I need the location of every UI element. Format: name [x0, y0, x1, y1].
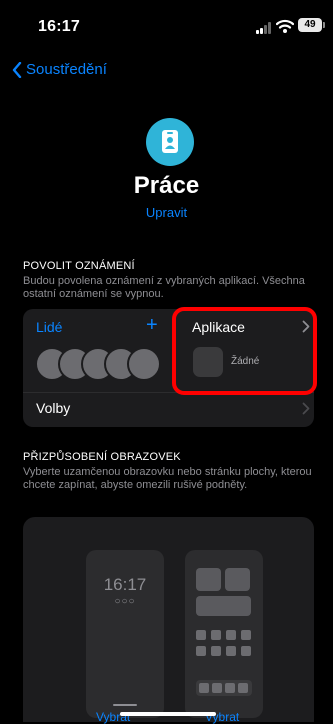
- back-button[interactable]: Soustředění: [12, 61, 107, 78]
- person-avatar: [127, 347, 161, 381]
- app-icon-placeholder: [211, 630, 221, 640]
- battery-icon: 49: [298, 18, 325, 32]
- app-icon-placeholder: [211, 646, 221, 656]
- highlight-box: [172, 307, 317, 395]
- app-icon-placeholder: [212, 683, 222, 693]
- chevron-left-icon: [12, 61, 22, 78]
- people-label[interactable]: Lidé: [36, 319, 62, 335]
- cellular-signal-icon: [256, 22, 272, 34]
- widget-placeholder: [196, 596, 251, 616]
- add-people-button[interactable]: +: [146, 314, 158, 336]
- app-icon-placeholder: [238, 683, 248, 693]
- app-icon-placeholder: [226, 630, 236, 640]
- wifi-icon: [276, 19, 294, 33]
- app-icon-placeholder: [196, 630, 206, 640]
- focus-icon-circle: [146, 118, 194, 166]
- app-icon-placeholder: [225, 683, 235, 693]
- screens-section-description: Vyberte uzamčenou obrazovku nebo stránku…: [23, 466, 312, 491]
- screens-section-title: PŘIZPŮSOBENÍ OBRAZOVEK: [23, 451, 181, 463]
- widget-placeholder: [225, 568, 250, 591]
- lock-screen-widgets: ○○○: [114, 596, 136, 607]
- id-badge-icon: [162, 130, 178, 153]
- app-icon-placeholder: [241, 646, 251, 656]
- chevron-right-icon[interactable]: [302, 402, 310, 415]
- status-time: 16:17: [38, 18, 80, 35]
- home-indicator[interactable]: [120, 712, 216, 716]
- home-dock: [196, 680, 252, 696]
- focus-title: Práce: [133, 172, 200, 199]
- lock-screen-bar: [113, 704, 137, 706]
- app-icon-placeholder: [241, 630, 251, 640]
- notifications-section-description: Budou povolena oznámení z vybraných apli…: [23, 275, 305, 300]
- back-label: Soustředění: [26, 61, 107, 78]
- notifications-section-title: POVOLIT OZNÁMENÍ: [23, 260, 135, 272]
- app-icon-placeholder: [226, 646, 236, 656]
- options-row[interactable]: Volby: [36, 400, 70, 416]
- app-icon-placeholder: [196, 646, 206, 656]
- screens-card: [23, 517, 314, 722]
- lock-screen-time: 16:17: [103, 575, 147, 594]
- app-icon-placeholder: [199, 683, 209, 693]
- edit-focus-button[interactable]: Upravit: [0, 205, 333, 220]
- widget-placeholder: [196, 568, 221, 591]
